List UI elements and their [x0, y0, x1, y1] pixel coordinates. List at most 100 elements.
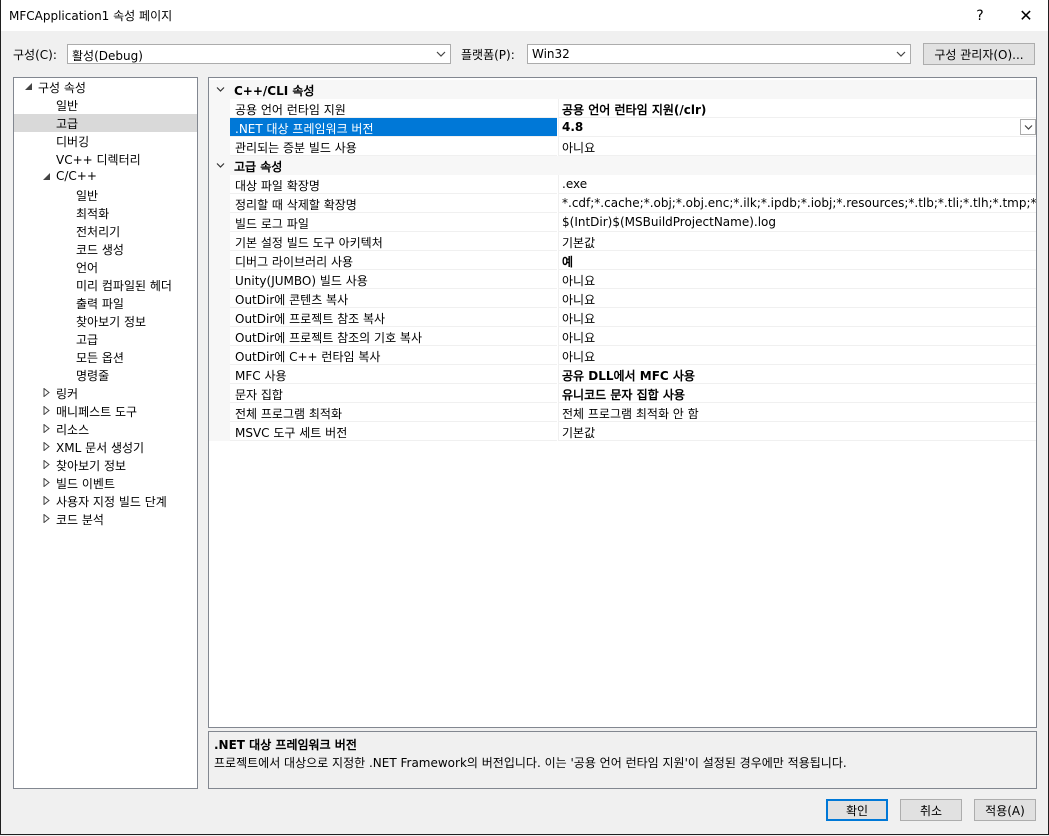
property-row[interactable]: 디버그 라이브러리 사용 예	[209, 251, 1036, 270]
tree-item[interactable]: 링커	[14, 384, 197, 402]
property-row[interactable]: OutDir에 콘텐츠 복사 아니요	[209, 289, 1036, 308]
property-value-cell[interactable]: $(IntDir)$(MSBuildProjectName).log	[558, 213, 1036, 232]
property-row[interactable]: MFC 사용 공유 DLL에서 MFC 사용	[209, 365, 1036, 384]
close-button[interactable]: ✕	[1003, 0, 1049, 31]
apply-button[interactable]: 적용(A)	[974, 799, 1036, 821]
property-row[interactable]: 대상 파일 확장명 .exe	[209, 175, 1036, 194]
collapsed-triangle-icon[interactable]	[42, 406, 51, 415]
value-dropdown-button[interactable]	[1020, 119, 1036, 135]
property-value-cell[interactable]: 아니요	[558, 308, 1036, 327]
property-value-cell[interactable]: 아니요	[558, 346, 1036, 365]
category-row[interactable]: C++/CLI 속성	[209, 80, 1036, 99]
property-row[interactable]: 정리할 때 삭제할 확장명 *.cdf;*.cache;*.obj;*.obj.e…	[209, 194, 1036, 213]
tree-item[interactable]: 찾아보기 정보	[14, 456, 197, 474]
property-row[interactable]: OutDir에 C++ 런타임 복사 아니요	[209, 346, 1036, 365]
tree-item[interactable]: 리소스	[14, 420, 197, 438]
tree-item[interactable]: 매니페스트 도구	[14, 402, 197, 420]
tree-item[interactable]: 전처리기	[14, 222, 197, 240]
property-value-cell[interactable]: 아니요	[558, 270, 1036, 289]
property-name-cell[interactable]: 공용 언어 런타임 지원	[230, 99, 557, 118]
property-name-cell[interactable]: Unity(JUMBO) 빌드 사용	[230, 270, 557, 289]
collapsed-triangle-icon[interactable]	[42, 514, 51, 523]
tree-item[interactable]: 최적화	[14, 204, 197, 222]
property-name-cell[interactable]: OutDir에 프로젝트 참조 복사	[230, 308, 557, 327]
collapsed-triangle-icon[interactable]	[42, 424, 51, 433]
tree-item[interactable]: 구성 속성	[14, 78, 197, 96]
property-row[interactable]: .NET 대상 프레임워크 버전 4.8	[209, 118, 1036, 137]
platform-dropdown[interactable]: Win32	[527, 44, 911, 64]
tree-item[interactable]: 미리 컴파일된 헤더	[14, 276, 197, 294]
property-value-cell[interactable]: 전체 프로그램 최적화 안 함	[558, 403, 1036, 422]
property-name-cell[interactable]: 디버그 라이브러리 사용	[230, 251, 557, 270]
tree-item[interactable]: 코드 분석	[14, 510, 197, 528]
tree-item[interactable]: C/C++	[14, 168, 197, 186]
tree-item[interactable]: 디버깅	[14, 132, 197, 150]
property-name-cell[interactable]: OutDir에 콘텐츠 복사	[230, 289, 557, 308]
property-name-cell[interactable]: 대상 파일 확장명	[230, 175, 557, 194]
collapsed-triangle-icon[interactable]	[42, 478, 51, 487]
collapsed-triangle-icon[interactable]	[42, 388, 51, 397]
property-row[interactable]: Unity(JUMBO) 빌드 사용 아니요	[209, 270, 1036, 289]
collapsed-triangle-icon[interactable]	[42, 460, 51, 469]
property-name-cell[interactable]: MFC 사용	[230, 365, 557, 384]
property-row[interactable]: OutDir에 프로젝트 참조의 기호 복사 아니요	[209, 327, 1036, 346]
property-value-cell[interactable]: *.cdf;*.cache;*.obj;*.obj.enc;*.ilk;*.ip…	[558, 194, 1036, 213]
tree-item[interactable]: 출력 파일	[14, 294, 197, 312]
tree-item[interactable]: 코드 생성	[14, 240, 197, 258]
config-manager-button[interactable]: 구성 관리자(O)...	[923, 43, 1035, 65]
property-row[interactable]: 관리되는 증분 빌드 사용 아니요	[209, 137, 1036, 156]
property-value-cell[interactable]: 예	[558, 251, 1036, 270]
tree-item[interactable]: 일반	[14, 186, 197, 204]
property-value-cell[interactable]: 유니코드 문자 집합 사용	[558, 384, 1036, 403]
help-button[interactable]: ?	[957, 0, 1003, 31]
property-name-cell[interactable]: 문자 집합	[230, 384, 557, 403]
property-name-cell[interactable]: 정리할 때 삭제할 확장명	[230, 194, 557, 213]
expanded-triangle-icon[interactable]	[42, 172, 51, 181]
collapsed-triangle-icon[interactable]	[42, 496, 51, 505]
property-value-cell[interactable]: 공용 언어 런타임 지원(/clr)	[558, 99, 1036, 118]
property-value-cell[interactable]: 기본값	[558, 232, 1036, 251]
tree-item[interactable]: 언어	[14, 258, 197, 276]
property-name-cell[interactable]: 전체 프로그램 최적화	[230, 403, 557, 422]
chevron-down-icon[interactable]	[216, 85, 225, 94]
property-value-cell[interactable]: 아니요	[558, 327, 1036, 346]
property-row[interactable]: OutDir에 프로젝트 참조 복사 아니요	[209, 308, 1036, 327]
property-grid[interactable]: C++/CLI 속성 공용 언어 런타임 지원 공용 언어 런타임 지원(/clr)…	[208, 77, 1037, 728]
property-value-cell[interactable]: 아니요	[558, 137, 1036, 156]
property-value-cell[interactable]: 기본값	[558, 422, 1036, 441]
ok-button[interactable]: 확인	[826, 799, 888, 821]
property-row[interactable]: 전체 프로그램 최적화 전체 프로그램 최적화 안 함	[209, 403, 1036, 422]
cancel-button[interactable]: 취소	[900, 799, 962, 821]
category-row[interactable]: 고급 속성	[209, 156, 1036, 175]
expanded-triangle-icon[interactable]	[24, 82, 33, 91]
property-row[interactable]: MSVC 도구 세트 버전 기본값	[209, 422, 1036, 441]
tree-item[interactable]: XML 문서 생성기	[14, 438, 197, 456]
property-name-cell[interactable]: MSVC 도구 세트 버전	[230, 422, 557, 441]
property-value-cell[interactable]: 공유 DLL에서 MFC 사용	[558, 365, 1036, 384]
tree-item[interactable]: 고급	[14, 114, 197, 132]
property-name-cell[interactable]: OutDir에 프로젝트 참조의 기호 복사	[230, 327, 557, 346]
property-value-cell[interactable]: 아니요	[558, 289, 1036, 308]
tree-item[interactable]: 빌드 이벤트	[14, 474, 197, 492]
property-tree[interactable]: 구성 속성 일반 고급 디버깅 VC++ 디렉터리 C/C++ 일반 최적화 전처리기 코드 생성…	[13, 77, 198, 789]
tree-item[interactable]: 사용자 지정 빌드 단계	[14, 492, 197, 510]
property-name-cell[interactable]: 빌드 로그 파일	[230, 213, 557, 232]
property-row[interactable]: 기본 설정 빌드 도구 아키텍처 기본값	[209, 232, 1036, 251]
property-value-cell[interactable]: .exe	[558, 175, 1036, 194]
property-name-cell[interactable]: 기본 설정 빌드 도구 아키텍처	[230, 232, 557, 251]
tree-item[interactable]: 찾아보기 정보	[14, 312, 197, 330]
tree-item[interactable]: VC++ 디렉터리	[14, 150, 197, 168]
collapsed-triangle-icon[interactable]	[42, 442, 51, 451]
tree-item[interactable]: 모든 옵션	[14, 348, 197, 366]
tree-item[interactable]: 고급	[14, 330, 197, 348]
property-name-cell[interactable]: .NET 대상 프레임워크 버전	[230, 118, 557, 137]
property-row[interactable]: 빌드 로그 파일 $(IntDir)$(MSBuildProjectName).l…	[209, 213, 1036, 232]
property-value-cell[interactable]: 4.8	[558, 118, 1036, 137]
config-dropdown[interactable]: 활성(Debug)	[67, 44, 451, 64]
tree-item[interactable]: 일반	[14, 96, 197, 114]
property-row[interactable]: 문자 집합 유니코드 문자 집합 사용	[209, 384, 1036, 403]
property-row[interactable]: 공용 언어 런타임 지원 공용 언어 런타임 지원(/clr)	[209, 99, 1036, 118]
tree-item[interactable]: 명령줄	[14, 366, 197, 384]
property-name-cell[interactable]: OutDir에 C++ 런타임 복사	[230, 346, 557, 365]
property-name-cell[interactable]: 관리되는 증분 빌드 사용	[230, 137, 557, 156]
